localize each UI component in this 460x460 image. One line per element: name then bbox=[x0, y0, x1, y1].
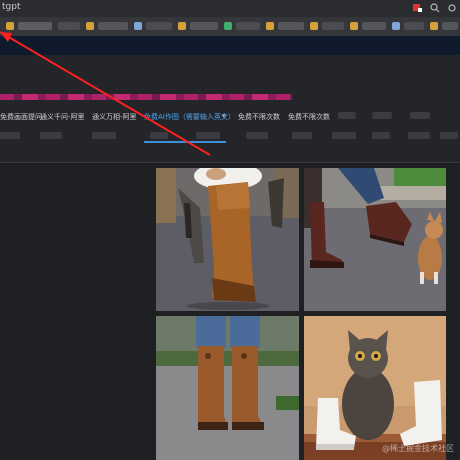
window-title: tgpt bbox=[2, 2, 21, 12]
page-header bbox=[0, 55, 460, 163]
search-icon[interactable] bbox=[430, 3, 440, 13]
bookmark-item[interactable] bbox=[6, 22, 14, 30]
tab-unlimited-2[interactable]: 免费不限次数 bbox=[288, 112, 330, 122]
tab-redacted[interactable] bbox=[410, 112, 430, 119]
bookmark-item[interactable] bbox=[236, 22, 260, 30]
bookmark-item[interactable] bbox=[362, 22, 386, 30]
subnav-item[interactable] bbox=[40, 132, 62, 139]
bookmark-item[interactable] bbox=[224, 22, 232, 30]
subnav-item[interactable] bbox=[292, 132, 312, 139]
bookmark-item[interactable] bbox=[392, 22, 400, 30]
subnav-item[interactable] bbox=[440, 132, 458, 139]
bookmark-item[interactable] bbox=[18, 22, 52, 30]
subnav-item[interactable] bbox=[246, 132, 268, 139]
tab-redacted[interactable] bbox=[338, 112, 356, 119]
window-titlebar: tgpt bbox=[0, 0, 460, 17]
generated-image-cat-white-boots[interactable] bbox=[304, 316, 446, 460]
page-top-band bbox=[0, 36, 460, 55]
bookmark-item[interactable] bbox=[278, 22, 304, 30]
subnav-item[interactable] bbox=[332, 132, 356, 139]
generated-image-tan-boots-gravel[interactable] bbox=[156, 316, 299, 460]
bookmark-item[interactable] bbox=[310, 22, 318, 30]
bookmark-item[interactable] bbox=[266, 22, 274, 30]
bookmark-item[interactable] bbox=[98, 22, 128, 30]
generated-image-dark-boots-tabby-cat[interactable] bbox=[304, 168, 446, 311]
subnav-item[interactable] bbox=[0, 132, 20, 139]
bookmark-item[interactable] bbox=[322, 22, 344, 30]
settings-icon[interactable] bbox=[447, 3, 457, 13]
subnav-item[interactable] bbox=[92, 132, 116, 139]
bookmark-item[interactable] bbox=[350, 22, 358, 30]
bookmark-item[interactable] bbox=[146, 22, 172, 30]
watermark-text: @稀土掘金技术社区 bbox=[382, 444, 454, 453]
bookmark-item[interactable] bbox=[178, 22, 186, 30]
bookmark-item[interactable] bbox=[404, 22, 424, 30]
subnav-item[interactable] bbox=[372, 132, 390, 139]
subnav-item[interactable] bbox=[150, 132, 168, 139]
bookmark-item[interactable] bbox=[86, 22, 94, 30]
bookmark-item[interactable] bbox=[442, 22, 458, 30]
subnav-item[interactable] bbox=[408, 132, 430, 139]
tab-unlimited-1[interactable]: 免费不限次数 bbox=[238, 112, 280, 122]
bookmark-item[interactable] bbox=[58, 22, 80, 30]
generated-image-brown-boots-cat[interactable] bbox=[156, 168, 299, 311]
active-tab-indicator bbox=[144, 141, 226, 143]
bookmark-item[interactable] bbox=[190, 22, 218, 30]
redacted-banner bbox=[0, 94, 292, 100]
tab-add-button[interactable]: + bbox=[221, 112, 227, 120]
tab-tongyi-qianwen[interactable]: 通义千问-阿里 bbox=[40, 112, 85, 122]
header-divider bbox=[0, 162, 460, 163]
bookmark-item[interactable] bbox=[134, 22, 142, 30]
tab-free-qa[interactable]: 免费画面提问 bbox=[0, 112, 42, 122]
bookmark-item[interactable] bbox=[430, 22, 438, 30]
tab-redacted[interactable] bbox=[372, 112, 392, 119]
subnav-item[interactable] bbox=[196, 132, 220, 139]
bookmarks-bar bbox=[0, 17, 460, 36]
bookmark-red-icon[interactable] bbox=[412, 3, 422, 13]
tab-tongyi-wanxiang[interactable]: 通义万相-阿里 bbox=[92, 112, 137, 122]
